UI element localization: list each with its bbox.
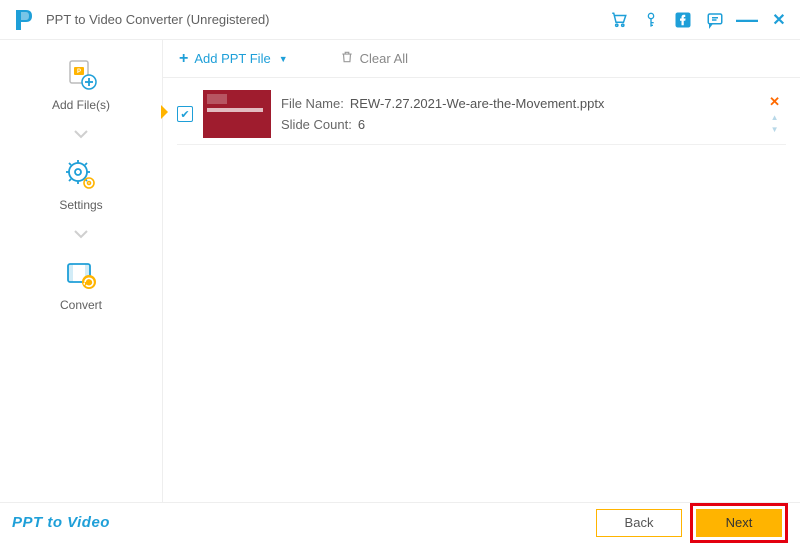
cart-icon[interactable] <box>610 11 628 29</box>
sidebar-label-settings: Settings <box>59 198 102 212</box>
clear-all-button[interactable]: Clear All <box>340 50 408 67</box>
app-logo-icon <box>12 8 36 32</box>
file-meta: File Name: REW-7.27.2021-We-are-the-Move… <box>281 96 759 132</box>
convert-icon <box>64 258 98 292</box>
back-button[interactable]: Back <box>596 509 682 537</box>
sidebar-item-add-files[interactable]: P Add File(s) <box>52 58 110 112</box>
file-checkbox[interactable]: ✔ <box>177 106 193 122</box>
file-name-value: REW-7.27.2021-We-are-the-Movement.pptx <box>350 96 605 111</box>
remove-file-icon[interactable]: ✕ <box>769 94 780 110</box>
minimize-button[interactable]: — <box>738 11 756 29</box>
trash-icon <box>340 50 354 67</box>
app-title: PPT to Video Converter (Unregistered) <box>46 12 610 27</box>
next-button-highlight: Next <box>690 503 788 543</box>
chevron-down-icon <box>73 126 89 144</box>
svg-text:P: P <box>77 69 81 75</box>
active-step-marker <box>161 105 168 119</box>
add-ppt-file-button[interactable]: + Add PPT File ▼ <box>179 50 288 68</box>
sidebar-label-convert: Convert <box>60 298 102 312</box>
sidebar-item-settings[interactable]: Settings <box>59 158 102 212</box>
sidebar-item-convert[interactable]: Convert <box>60 258 102 312</box>
add-ppt-label: Add PPT File <box>194 51 270 66</box>
title-bar: PPT to Video Converter (Unregistered) — … <box>0 0 800 40</box>
key-icon[interactable] <box>642 11 660 29</box>
footer-brand: PPT to Video <box>12 514 110 531</box>
footer: PPT to Video Back Next <box>0 502 800 542</box>
feedback-icon[interactable] <box>706 11 724 29</box>
slide-count-value: 6 <box>358 117 365 132</box>
facebook-icon[interactable] <box>674 11 692 29</box>
content-area: + Add PPT File ▼ Clear All ✔ <box>163 40 800 502</box>
move-up-icon[interactable]: ▲ <box>771 114 779 122</box>
next-button[interactable]: Next <box>696 509 782 537</box>
settings-icon <box>64 158 98 192</box>
chevron-down-icon <box>73 226 89 244</box>
add-files-icon: P <box>64 58 98 92</box>
dropdown-triangle-icon: ▼ <box>279 54 288 64</box>
slide-thumbnail <box>203 90 271 138</box>
title-actions: — ✕ <box>610 11 788 29</box>
file-row[interactable]: ✔ File Name: REW-7.27.2021-We-are-the-Mo… <box>177 90 786 145</box>
plus-icon: + <box>179 50 188 68</box>
close-button[interactable]: ✕ <box>770 11 788 29</box>
slide-count-label: Slide Count: <box>281 117 352 132</box>
move-down-icon[interactable]: ▼ <box>771 126 779 134</box>
sidebar: P Add File(s) Settings Convert <box>0 40 163 502</box>
main-area: P Add File(s) Settings Convert + <box>0 40 800 502</box>
clear-all-label: Clear All <box>360 51 408 66</box>
toolbar: + Add PPT File ▼ Clear All <box>163 40 800 78</box>
file-name-label: File Name: <box>281 96 344 111</box>
sidebar-label-add-files: Add File(s) <box>52 98 110 112</box>
file-actions: ✕ ▲ ▼ <box>769 94 786 134</box>
file-list: ✔ File Name: REW-7.27.2021-We-are-the-Mo… <box>163 78 800 502</box>
